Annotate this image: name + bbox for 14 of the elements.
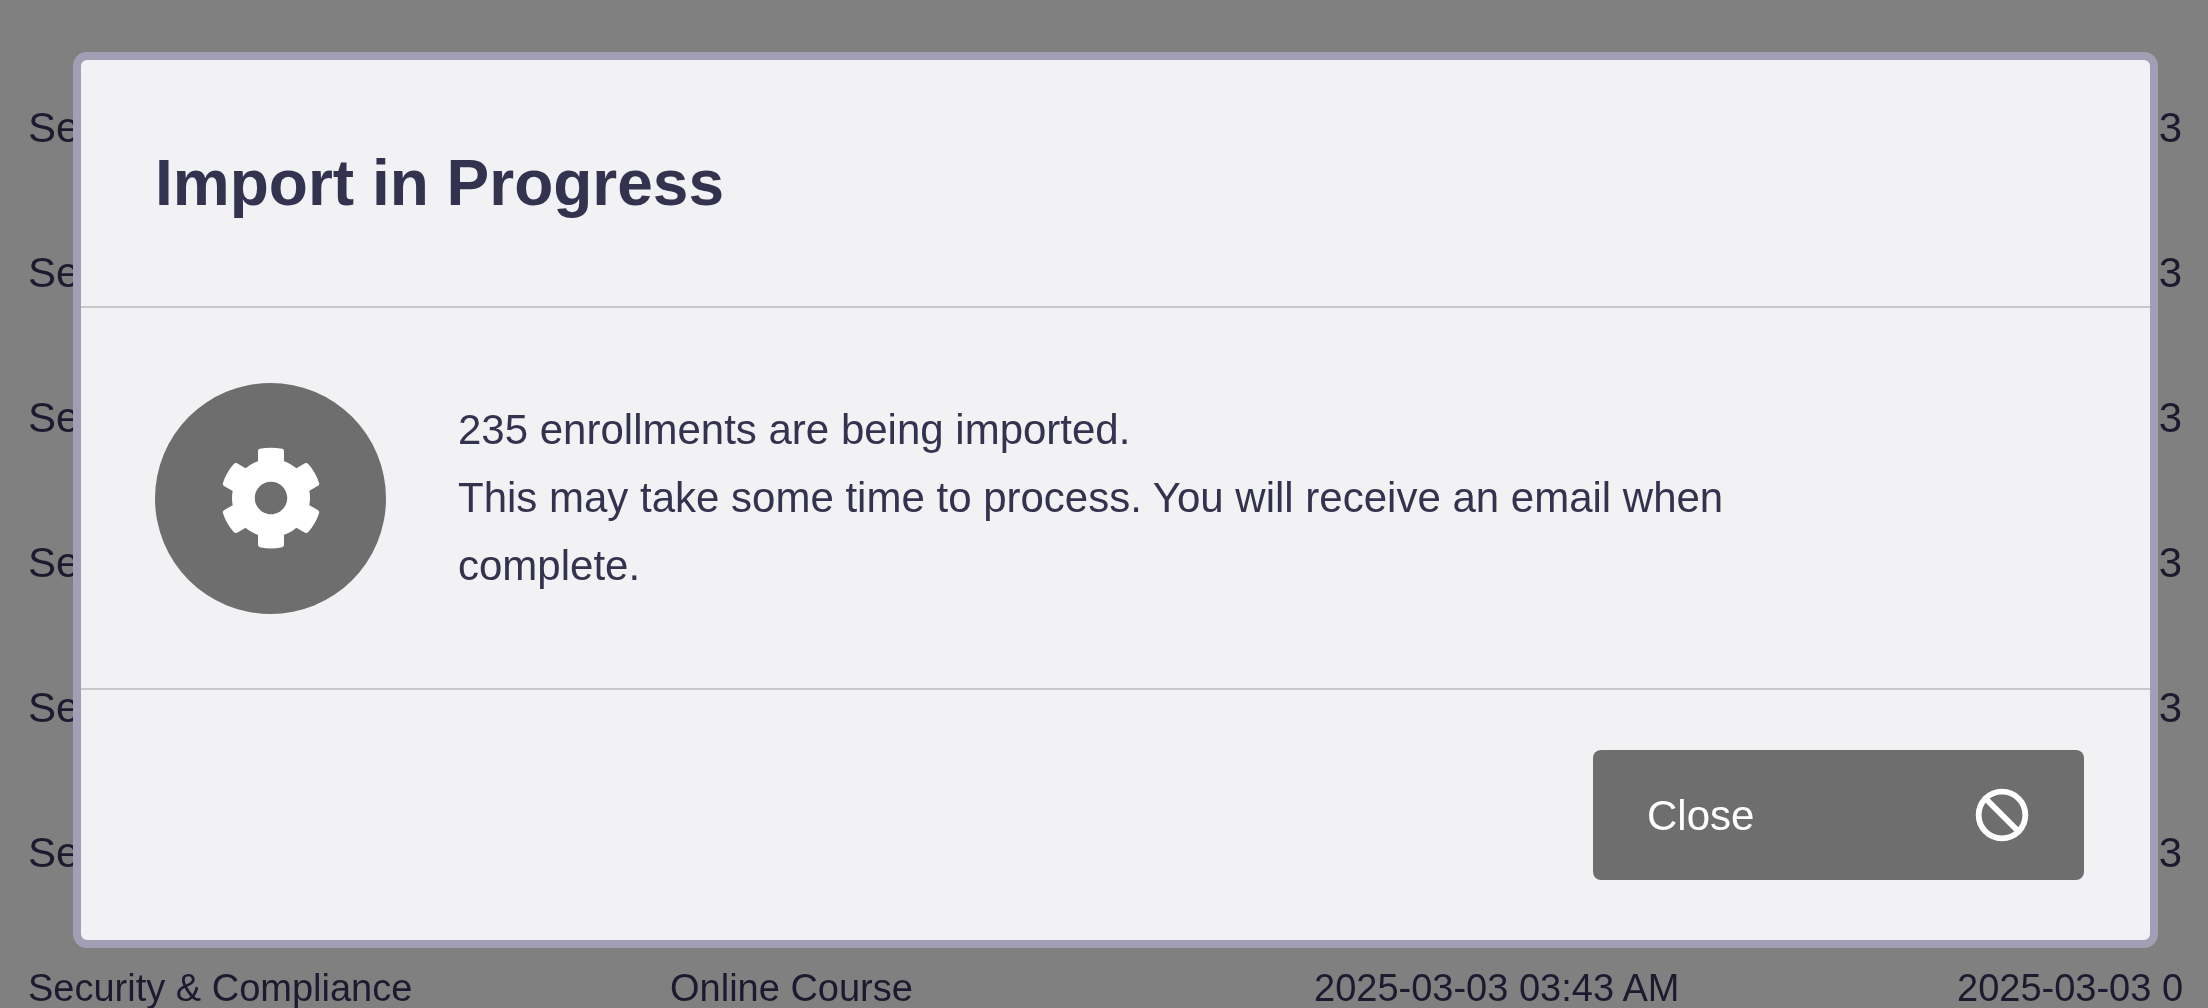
table-cell: 2025-03-03 0 [1957, 967, 2184, 1008]
table-cell-text: 3 [2158, 538, 2182, 588]
table-cell-text: 3 [2158, 248, 2182, 298]
table-cell-text: 3 [2158, 103, 2182, 153]
table-cell-text: 3 [2158, 828, 2182, 878]
table-cell: 2025-03-03 03:43 AM [1314, 967, 1680, 1008]
message-text: 235 enrollments are being imported. [458, 405, 1132, 455]
message-text: This may take some time to process. You will receive an email when complete. [458, 473, 1725, 591]
table-cell: Online Course [670, 967, 913, 1008]
cancel-icon [1974, 787, 2030, 843]
table-cell-text: 3 [2158, 683, 2182, 733]
table-cell-text: 3 [2158, 393, 2182, 443]
dialog-title: Import in Progress [155, 146, 724, 221]
close-button[interactable]: Close [1593, 750, 2084, 880]
